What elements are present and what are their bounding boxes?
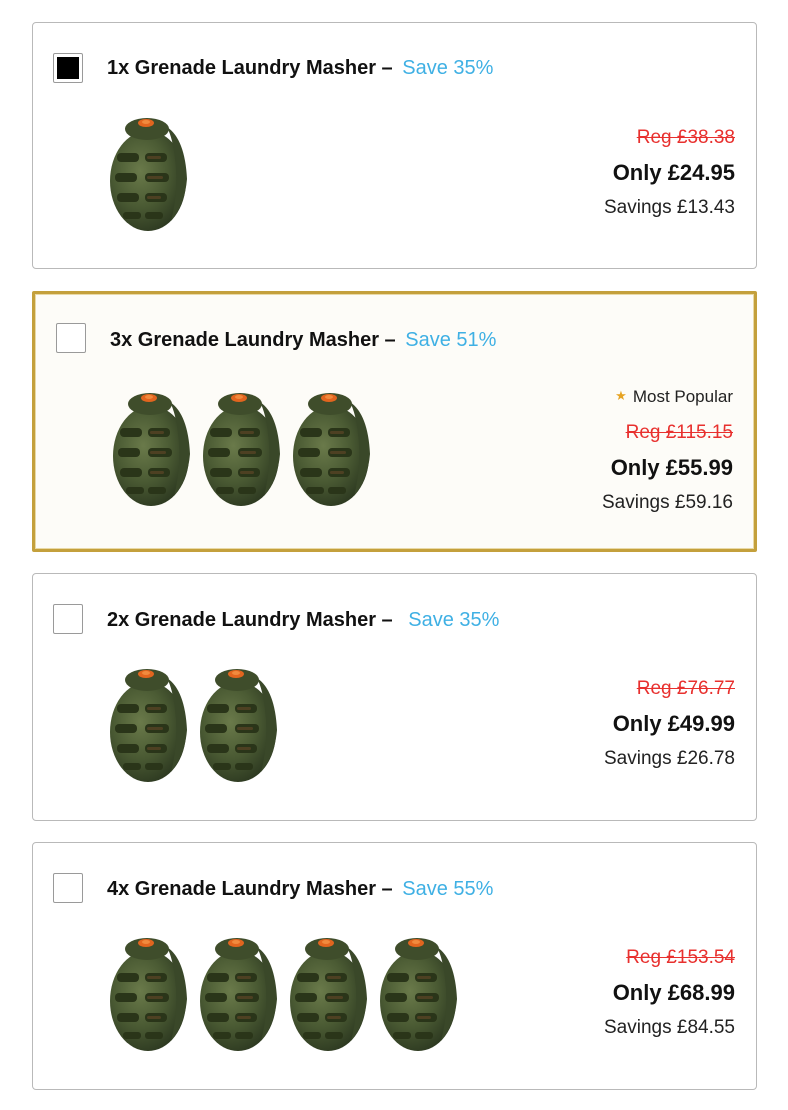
offer-title-text: 4x Grenade Laundry Masher – xyxy=(107,878,393,900)
grenade-masher-icon xyxy=(110,118,187,231)
offer-price: Only £55.99 xyxy=(610,455,733,480)
regular-price: Reg £153.54 xyxy=(626,947,735,968)
offer-card-3x[interactable]: 3x Grenade Laundry Masher – Save 51% ★ Mo… xyxy=(32,291,757,552)
offer-title-3x: 3x Grenade Laundry Masher – Save 51% xyxy=(110,329,496,352)
savings-amount: Savings £13.43 xyxy=(604,197,735,218)
offer-select-checkbox-4x[interactable] xyxy=(53,873,83,903)
grenade-masher-icon xyxy=(380,938,457,1051)
badge-label: Most Popular xyxy=(632,387,733,406)
savings-amount: Savings £26.78 xyxy=(604,748,735,769)
offer-price: Only £68.99 xyxy=(612,980,735,1005)
offer-title-text: 2x Grenade Laundry Masher – xyxy=(107,609,393,631)
most-popular-badge: ★ Most Popular xyxy=(602,386,733,407)
savings-amount: Savings £84.55 xyxy=(604,1017,735,1038)
product-images xyxy=(105,660,281,786)
offer-save-percent: Save 35% xyxy=(408,609,500,631)
offer-select-checkbox-3x[interactable] xyxy=(56,323,86,353)
grenade-masher-icon xyxy=(110,938,187,1051)
product-images xyxy=(108,384,374,510)
grenade-masher-icon xyxy=(293,393,370,506)
price-block-2x: Reg £76.77 Only £49.99 Savings £26.78 xyxy=(604,678,735,771)
offer-save-percent: Save 35% xyxy=(402,57,494,79)
offer-title-4x: 4x Grenade Laundry Masher – Save 55% xyxy=(107,878,493,901)
price-block-1x: Reg £38.38 Only £24.95 Savings £13.43 xyxy=(604,127,735,220)
offer-title-1x: 1x Grenade Laundry Masher – Save 35% xyxy=(107,57,493,80)
offer-select-checkbox-1x[interactable] xyxy=(53,53,83,83)
price-block-3x: ★ Most Popular Reg £115.15 Only £55.99 Sa… xyxy=(602,386,733,515)
product-images xyxy=(105,109,191,235)
product-images xyxy=(105,929,461,1055)
grenade-masher-icon xyxy=(200,938,277,1051)
regular-price: Reg £76.77 xyxy=(636,678,735,699)
regular-price: Reg £115.15 xyxy=(625,422,733,443)
offer-price: Only £49.99 xyxy=(612,711,735,736)
offer-card-2x[interactable]: 2x Grenade Laundry Masher – Save 35% Reg… xyxy=(32,573,757,821)
regular-price: Reg £38.38 xyxy=(636,127,735,148)
offer-title-text: 3x Grenade Laundry Masher – xyxy=(110,329,396,351)
offer-save-percent: Save 55% xyxy=(402,878,494,900)
offer-card-1x[interactable]: 1x Grenade Laundry Masher – Save 35% Reg… xyxy=(32,22,757,269)
savings-amount: Savings £59.16 xyxy=(602,492,733,513)
grenade-masher-icon xyxy=(290,938,367,1051)
grenade-masher-icon xyxy=(200,669,277,782)
offer-select-checkbox-2x[interactable] xyxy=(53,604,83,634)
offer-title-2x: 2x Grenade Laundry Masher – Save 35% xyxy=(107,609,499,632)
offer-save-percent: Save 51% xyxy=(405,329,497,351)
grenade-masher-icon xyxy=(203,393,280,506)
grenade-masher-icon xyxy=(113,393,190,506)
star-icon: ★ xyxy=(615,388,627,403)
offer-card-4x[interactable]: 4x Grenade Laundry Masher – Save 55% Reg… xyxy=(32,842,757,1090)
offer-title-text: 1x Grenade Laundry Masher – xyxy=(107,57,393,79)
grenade-masher-icon xyxy=(110,669,187,782)
price-block-4x: Reg £153.54 Only £68.99 Savings £84.55 xyxy=(604,947,735,1040)
offer-price: Only £24.95 xyxy=(612,160,735,185)
